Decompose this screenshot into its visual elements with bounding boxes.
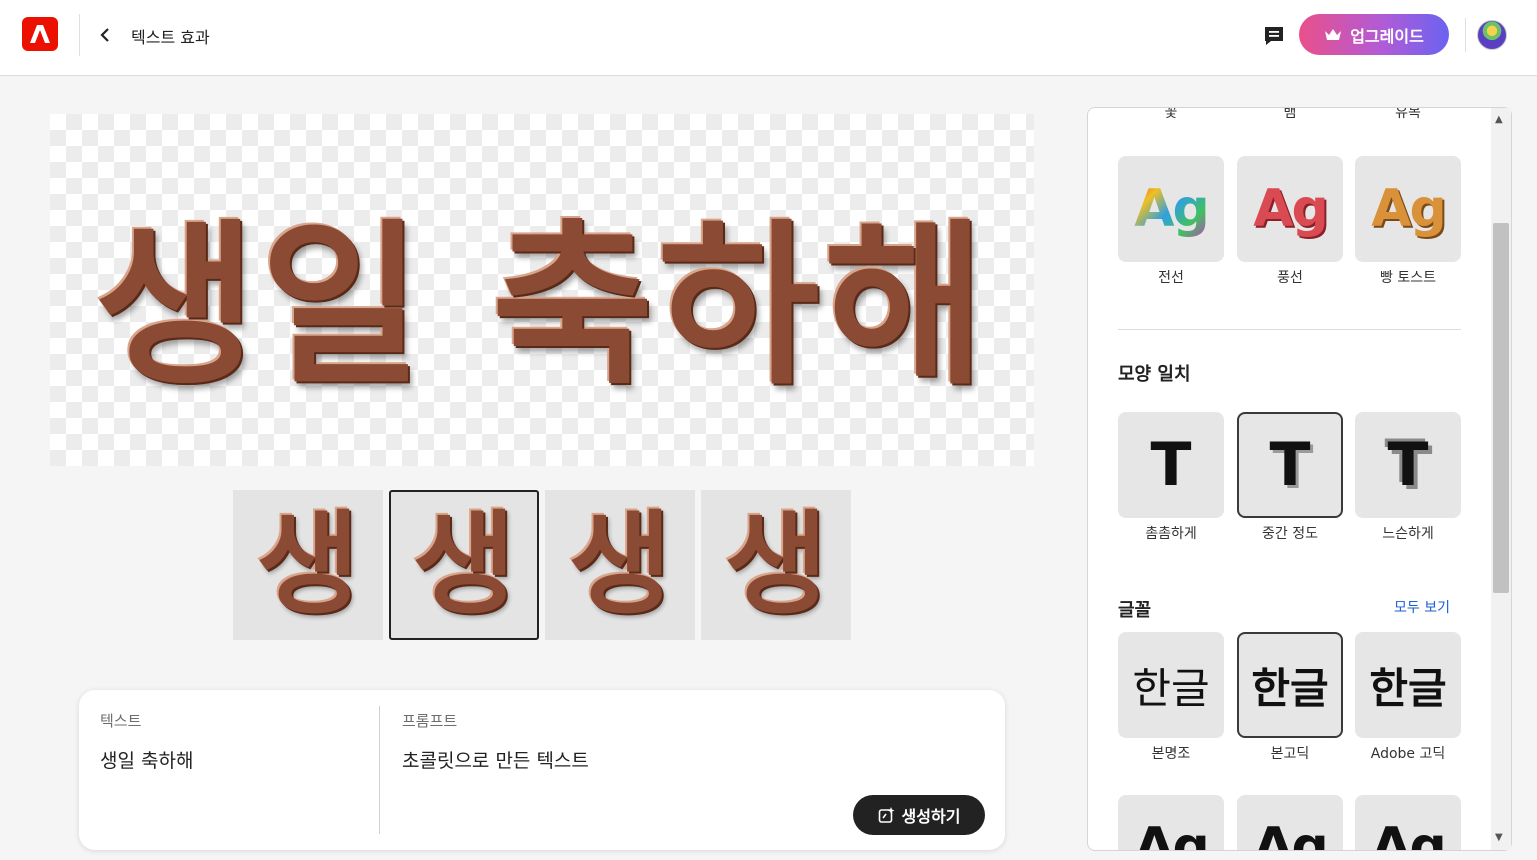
font-tile-myungjo[interactable]: 한글 [1118, 632, 1224, 738]
shape-sample: T [1387, 430, 1429, 500]
upgrade-button[interactable]: 업그레이드 [1299, 14, 1449, 55]
scroll-up-arrow-icon[interactable]: ▲ [1495, 114, 1503, 125]
avatar[interactable] [1477, 20, 1507, 50]
effect-label: 뱀 [1283, 107, 1297, 121]
generate-label: 생성하기 [901, 807, 961, 826]
font-tile[interactable]: Ag [1355, 795, 1461, 851]
prompt-card: 텍스트 생일 축하해 프롬프트 초콜릿으로 만든 텍스트 생성하기 [79, 690, 1005, 850]
effect-tile-balloon[interactable]: Ag [1237, 156, 1343, 262]
preview-text: 생일 축하해 [94, 203, 990, 409]
thumbnail-glyph: 생 [412, 500, 516, 630]
font-tile-gothic[interactable]: 한글 [1237, 632, 1343, 738]
scroll-down-arrow-icon[interactable]: ▼ [1495, 832, 1503, 843]
shape-sample: T [1150, 430, 1192, 500]
thumbnail-glyph: 생 [256, 500, 360, 630]
section-divider [1118, 329, 1461, 330]
back-arrow-icon[interactable] [96, 24, 114, 46]
scrollbar-thumb[interactable] [1493, 223, 1509, 593]
font-label: 본명조 [1151, 746, 1191, 762]
prompt-field-label: 프롬프트 [402, 712, 458, 730]
shape-label: 느슨하게 [1382, 526, 1434, 542]
variation-thumbnail[interactable]: 생 [545, 490, 695, 640]
effect-label: 유목 [1395, 107, 1421, 121]
font-tile[interactable]: Ag [1118, 795, 1224, 851]
see-all-link[interactable]: 모두 보기 [1378, 597, 1450, 617]
effect-tile-toast[interactable]: Ag [1355, 156, 1461, 262]
clipped-effect-labels: 꽃 뱀 유목 [1088, 107, 1498, 122]
effect-sample: Ag [1371, 179, 1446, 239]
effect-label: 꽃 [1164, 107, 1178, 121]
effect-sample: Ag [1134, 179, 1209, 239]
font-sample: 한글 [1132, 663, 1210, 713]
font-sample: 한글 [1369, 663, 1447, 713]
crown-icon [1325, 28, 1342, 40]
thumbnail-glyph: 생 [568, 500, 672, 630]
shape-sample: T [1269, 430, 1311, 500]
font-tile[interactable]: Ag [1237, 795, 1343, 851]
page-title: 텍스트 효과 [131, 28, 210, 47]
shape-label: 중간 정도 [1262, 526, 1318, 542]
prompt-field[interactable]: 초콜릿으로 만든 텍스트 [402, 746, 589, 773]
shape-tile-loose[interactable]: T [1355, 412, 1461, 518]
shape-tile-medium[interactable]: T [1237, 412, 1343, 518]
shape-section-title: 모양 일치 [1118, 364, 1191, 385]
variation-thumbnail[interactable]: 생 [701, 490, 851, 640]
header-divider [1465, 18, 1466, 52]
card-divider [379, 706, 380, 834]
adobe-logo-icon [30, 25, 50, 43]
variation-thumbnail-selected[interactable]: 생 [389, 490, 539, 640]
font-tile-adobe-gothic[interactable]: 한글 [1355, 632, 1461, 738]
app-header: 텍스트 효과 업그레이드 [0, 0, 1537, 76]
thumbnail-glyph: 생 [724, 500, 828, 630]
effect-label: 전선 [1158, 270, 1184, 286]
font-sample: 한글 [1251, 663, 1329, 713]
font-label: Adobe 고딕 [1370, 746, 1446, 762]
generate-sparkle-icon [878, 807, 895, 823]
header-divider [79, 14, 80, 56]
preview-canvas: 생일 축하해 [50, 114, 1034, 466]
effect-sample: Ag [1253, 179, 1328, 239]
effect-label: 풍선 [1277, 270, 1303, 286]
font-section-title: 글꼴 [1118, 600, 1152, 621]
font-sample: Ag [1371, 817, 1446, 851]
font-sample: Ag [1253, 817, 1328, 851]
shape-label: 촘촘하게 [1145, 526, 1197, 542]
generate-button[interactable]: 생성하기 [853, 795, 985, 835]
font-label: 본고딕 [1270, 746, 1310, 762]
options-panel: 꽃 뱀 유목 Ag Ag Ag 전선 풍선 빵 토스트 모양 일치 T T T … [1087, 107, 1512, 851]
upgrade-label: 업그레이드 [1350, 26, 1424, 46]
shape-tile-tight[interactable]: T [1118, 412, 1224, 518]
variation-thumbnail[interactable]: 생 [233, 490, 383, 640]
text-field[interactable]: 생일 축하해 [100, 746, 193, 773]
font-sample: Ag [1134, 817, 1209, 851]
effect-tile-wire[interactable]: Ag [1118, 156, 1224, 262]
effect-label: 빵 토스트 [1380, 270, 1436, 286]
adobe-logo[interactable] [22, 17, 58, 51]
text-field-label: 텍스트 [100, 712, 142, 730]
comment-icon[interactable] [1262, 24, 1286, 48]
